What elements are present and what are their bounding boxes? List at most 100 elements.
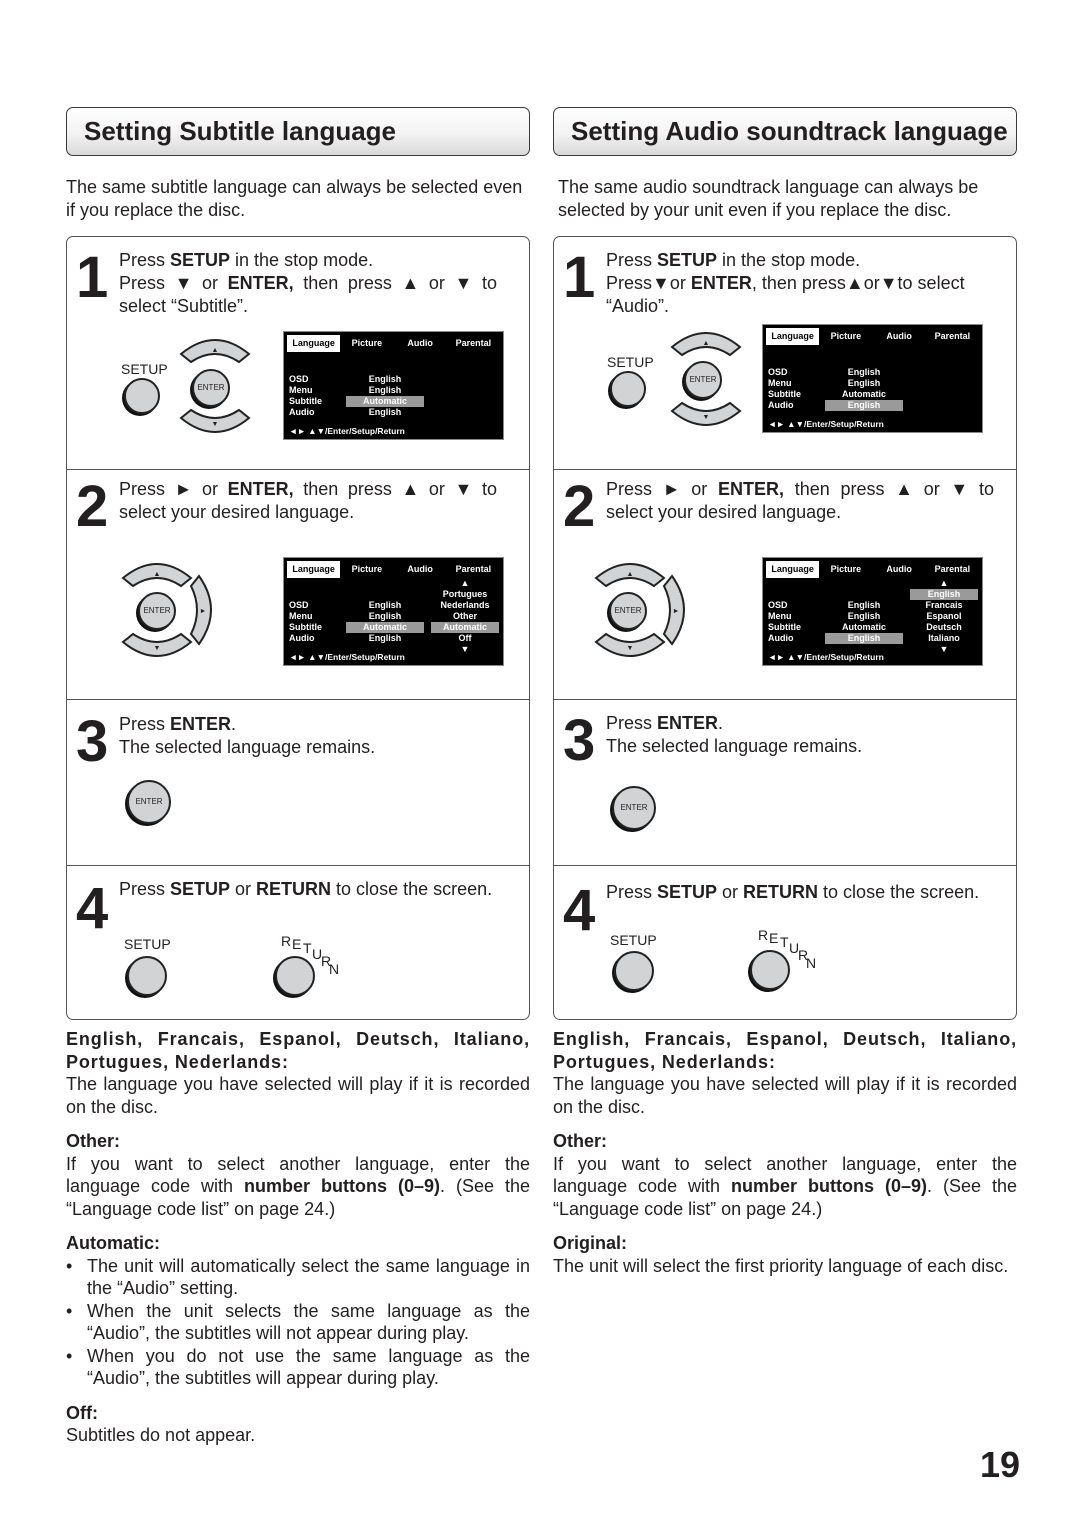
setup-label: SETUP bbox=[124, 936, 171, 952]
step-2: 2 Press ► or ENTER, then press ▲ or ▼ to select y… bbox=[67, 469, 529, 699]
osd-tab-picture: Picture bbox=[830, 564, 862, 574]
automatic-heading: Automatic: bbox=[66, 1233, 160, 1253]
osd-row-values: English English Automatic English bbox=[346, 600, 424, 644]
enter-button[interactable]: ENTER bbox=[127, 780, 171, 824]
steps-box: 1 Press SETUP in the stop mode. Press▼or… bbox=[66, 236, 530, 1020]
osd-row-osd: OSD bbox=[768, 367, 788, 377]
osd-option[interactable]: Espanol bbox=[910, 611, 978, 622]
osd-menu: Language Picture Audio Parental OSD Menu… bbox=[283, 331, 504, 440]
step-3: 3 Press ENTER. The selected language rem… bbox=[67, 699, 529, 865]
osd-value-highlighted: Automatic bbox=[346, 622, 424, 633]
osd-row-osd: OSD bbox=[768, 600, 788, 610]
down-arrow-icon: ▼ bbox=[212, 421, 219, 428]
osd-tabs: Language Picture Audio Parental bbox=[287, 561, 500, 578]
original-heading: Original: bbox=[553, 1233, 628, 1253]
page-number: 19 bbox=[980, 1444, 1021, 1485]
osd-row-audio: Audio bbox=[768, 400, 794, 410]
notes: English, Francais, Espanol, Deutsch, Ita… bbox=[66, 1028, 530, 1447]
osd-value: English bbox=[368, 385, 402, 395]
down-arrow-icon: ▼ bbox=[627, 645, 634, 652]
osd-row-labels: OSD Menu Subtitle Audio bbox=[289, 374, 322, 418]
setup-label: SETUP bbox=[607, 354, 654, 370]
up-arrow-icon: ▲ bbox=[703, 340, 710, 347]
step-line: The selected language remains. bbox=[119, 737, 376, 757]
osd-row-menu: Menu bbox=[768, 378, 792, 388]
osd-option-selected[interactable]: English bbox=[910, 589, 978, 600]
step-text: Press SETUP or RETURN to close the scree… bbox=[606, 882, 980, 902]
scroll-down-icon: ▼ bbox=[460, 644, 470, 654]
setup-button[interactable] bbox=[610, 371, 646, 407]
enter-label: ENTER bbox=[197, 383, 225, 392]
right-arrow-icon: ► bbox=[673, 608, 680, 615]
osd-option[interactable]: Deutsch bbox=[910, 622, 978, 633]
step-number: 4 bbox=[76, 876, 108, 941]
automatic-bullets: The unit will automatically select the s… bbox=[66, 1255, 530, 1390]
osd-menu: Language Picture Audio Parental OSD Menu… bbox=[283, 557, 504, 666]
osd-row-audio: Audio bbox=[289, 407, 315, 417]
osd-tab-audio: Audio bbox=[886, 564, 912, 574]
osd-options-list: ▲ Portugues Nederlands Other Automatic O… bbox=[431, 578, 499, 655]
osd-row-values: English English Automatic English bbox=[825, 367, 903, 411]
osd-option-selected[interactable]: Automatic bbox=[431, 622, 499, 633]
osd-option[interactable]: Nederlands bbox=[431, 600, 499, 611]
osd-value: English bbox=[368, 407, 402, 417]
down-arrow-icon: ▼ bbox=[703, 414, 710, 421]
osd-value: Automatic bbox=[841, 389, 886, 399]
up-arrow-icon: ▲ bbox=[154, 571, 161, 578]
setup-button[interactable] bbox=[127, 956, 167, 996]
step-text: Press ► or ENTER, then press ▲ or ▼ to select you… bbox=[606, 479, 994, 522]
enter-label: ENTER bbox=[614, 606, 642, 615]
osd-option[interactable]: Francais bbox=[910, 600, 978, 611]
enter-button[interactable]: ENTER bbox=[612, 786, 656, 830]
enter-button[interactable]: ENTER bbox=[138, 592, 176, 630]
down-arrow-icon: ▼ bbox=[154, 645, 161, 652]
osd-value: English bbox=[368, 611, 402, 621]
osd-option[interactable]: Portugues bbox=[431, 589, 499, 600]
osd-option[interactable]: Italiano bbox=[910, 633, 978, 644]
osd-tab-parental: Parental bbox=[934, 331, 971, 341]
setup-button[interactable] bbox=[124, 378, 160, 414]
enter-button[interactable]: ENTER bbox=[609, 592, 647, 630]
return-button[interactable] bbox=[750, 950, 790, 990]
step-4: 4 Press SETUP or RETURN to close the scr… bbox=[67, 865, 529, 1019]
enter-button[interactable]: ENTER bbox=[684, 361, 722, 399]
osd-row-values: English English Automatic English bbox=[346, 374, 424, 418]
osd-footer: ◄► ▲▼/Enter/Setup/Return bbox=[768, 419, 884, 429]
bullet-item: When you do not use the same language as… bbox=[66, 1345, 530, 1390]
osd-option[interactable]: Other bbox=[431, 611, 499, 622]
step-text: Press SETUP in the stop mode. Press▼or E… bbox=[606, 250, 965, 316]
osd-value: English bbox=[847, 611, 881, 621]
enter-button[interactable]: ENTER bbox=[192, 369, 230, 407]
scroll-down-icon: ▼ bbox=[939, 644, 949, 654]
setup-button[interactable] bbox=[614, 951, 654, 991]
step-text: Press ENTER. The selected language remai… bbox=[119, 713, 497, 759]
languages-body: The language you have selected will play… bbox=[553, 1074, 1017, 1117]
osd-tab-parental: Parental bbox=[455, 338, 492, 348]
enter-label: ENTER bbox=[143, 606, 171, 615]
osd-option[interactable]: Off bbox=[431, 633, 499, 644]
step-1: 1 Press SETUP in the stop mode. Press▼or… bbox=[67, 237, 529, 469]
osd-row-subtitle: Subtitle bbox=[289, 396, 322, 406]
osd-row-menu: Menu bbox=[768, 611, 792, 621]
section-title-audio: Setting Audio soundtrack language bbox=[553, 107, 1017, 156]
other-heading: Other: bbox=[66, 1131, 120, 1151]
step-line: The selected language remains. bbox=[606, 736, 863, 756]
scroll-up-icon: ▲ bbox=[939, 578, 949, 588]
osd-tab-audio: Audio bbox=[407, 564, 433, 574]
setup-label: SETUP bbox=[610, 932, 657, 948]
up-arrow-icon: ▲ bbox=[212, 347, 219, 354]
audio-section: Setting Audio soundtrack language The sa… bbox=[553, 107, 1017, 1276]
osd-tabs: Language Picture Audio Parental bbox=[287, 335, 500, 352]
return-button[interactable] bbox=[275, 956, 315, 996]
osd-tab-parental: Parental bbox=[455, 564, 492, 574]
osd-value: English bbox=[847, 600, 881, 610]
bullet-item: When the unit selects the same language … bbox=[66, 1300, 530, 1345]
osd-row-subtitle: Subtitle bbox=[768, 389, 801, 399]
osd-value: English bbox=[368, 600, 402, 610]
step-4: 4 Press SETUP or RETURN to close the scr… bbox=[554, 865, 1016, 1019]
osd-row-menu: Menu bbox=[289, 611, 313, 621]
osd-tab-parental: Parental bbox=[934, 564, 971, 574]
subtitle-section: Setting Subtitle language The same subti… bbox=[66, 107, 530, 1445]
osd-row-labels: OSD Menu Subtitle Audio bbox=[289, 600, 322, 644]
step-2: 2 Press ► or ENTER, then press ▲ or ▼ to select y… bbox=[554, 469, 1016, 699]
